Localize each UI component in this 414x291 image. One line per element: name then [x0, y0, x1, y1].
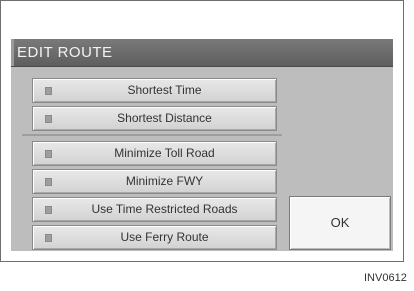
panel-title: EDIT ROUTE	[11, 39, 393, 67]
option-label: Use Time Restricted Roads	[91, 202, 238, 216]
option-shortest-time[interactable]: Shortest Time	[32, 78, 277, 103]
figure-code: INV0612	[364, 272, 407, 284]
option-use-time-restricted-roads[interactable]: Use Time Restricted Roads	[32, 197, 277, 222]
indicator-icon	[45, 206, 52, 214]
indicator-icon	[45, 150, 52, 158]
option-label: Shortest Distance	[117, 111, 212, 125]
indicator-icon	[45, 87, 52, 95]
indicator-icon	[45, 178, 52, 186]
option-label: Shortest Time	[127, 83, 202, 97]
option-shortest-distance[interactable]: Shortest Distance	[32, 106, 277, 131]
option-minimize-fwy[interactable]: Minimize FWY	[32, 169, 277, 194]
indicator-icon	[45, 234, 52, 242]
ok-button[interactable]: OK	[289, 196, 391, 250]
option-label: Minimize Toll Road	[114, 146, 215, 160]
option-divider	[22, 134, 282, 136]
option-label: Use Ferry Route	[120, 230, 209, 244]
option-label: Minimize FWY	[125, 174, 204, 188]
option-minimize-toll-road[interactable]: Minimize Toll Road	[32, 141, 277, 166]
option-use-ferry-route[interactable]: Use Ferry Route	[32, 225, 277, 250]
indicator-icon	[45, 115, 52, 123]
